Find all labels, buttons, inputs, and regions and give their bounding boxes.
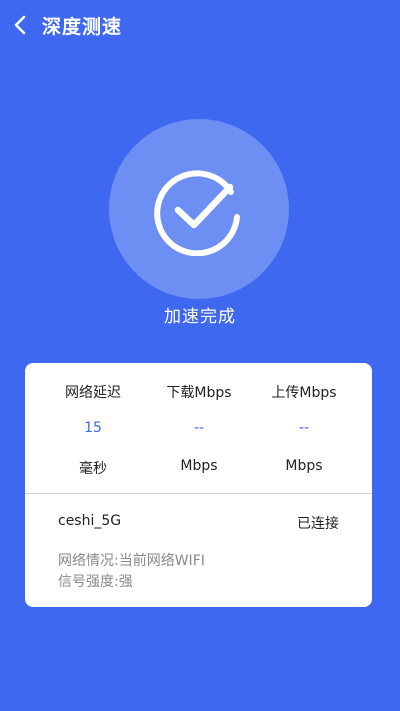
metric-unit: Mbps — [285, 458, 323, 474]
metric-download: 下载Mbps -- Mbps — [141, 363, 257, 493]
metric-upload: 上传Mbps -- Mbps — [246, 363, 362, 493]
top-bar: 深度测速 — [0, 0, 400, 52]
network-situation: 网络情况:当前网络WIFI — [58, 553, 205, 569]
metric-value: 15 — [84, 420, 102, 436]
page-title: 深度测速 — [42, 16, 123, 38]
metrics-row: 网络延迟 15 毫秒 下载Mbps -- Mbps 上传Mbps -- Mbps — [25, 363, 372, 493]
metric-label: 下载Mbps — [166, 385, 232, 401]
network-name: ceshi_5G — [58, 513, 122, 529]
check-circle-icon — [154, 170, 240, 256]
network-status: 已连接 — [297, 516, 339, 532]
metric-label: 上传Mbps — [271, 385, 337, 401]
result-card: 网络延迟 15 毫秒 下载Mbps -- Mbps 上传Mbps -- Mbps… — [25, 363, 372, 607]
chevron-left-icon — [14, 15, 26, 35]
metric-latency: 网络延迟 15 毫秒 — [35, 363, 151, 493]
status-text: 加速完成 — [164, 307, 236, 327]
metric-label: 网络延迟 — [65, 385, 121, 401]
metric-value: -- — [298, 420, 310, 436]
metric-unit: Mbps — [180, 458, 218, 474]
result-circle — [109, 119, 289, 299]
signal-strength: 信号强度:强 — [58, 574, 133, 590]
metric-unit: 毫秒 — [79, 461, 107, 477]
back-button[interactable] — [8, 10, 34, 40]
metric-value: -- — [193, 420, 205, 436]
divider — [25, 493, 372, 494]
